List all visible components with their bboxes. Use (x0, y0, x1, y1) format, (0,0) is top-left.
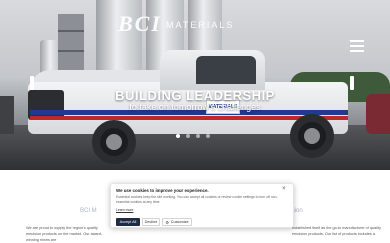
site-logo[interactable]: BCI MATERIALS (118, 11, 268, 36)
hero-title: BUILDING LEADERSHIP (115, 88, 275, 103)
menu-bar (350, 45, 364, 47)
intro-paragraph-left: We are proud to supply the region's qual… (26, 226, 103, 242)
logo-mark: BCI (118, 11, 162, 36)
decline-button[interactable]: Decline (142, 218, 160, 226)
customize-label: Customize (170, 220, 189, 224)
wheel-hub (106, 134, 122, 150)
intro-paragraph-right: established itself as the go-to manufact… (292, 226, 381, 236)
menu-bar (350, 40, 364, 42)
accept-all-button[interactable]: Accept All (116, 218, 140, 226)
slider-dot-3[interactable] (196, 134, 200, 138)
slider-dots (176, 134, 216, 139)
slider-dot-1[interactable] (176, 134, 180, 138)
customize-button[interactable]: ⚙ Customize (162, 218, 192, 226)
logo-text: MATERIALS (166, 20, 235, 30)
cookie-title: We use cookies to improve your experienc… (116, 188, 209, 193)
truck-window (196, 56, 256, 84)
cookie-text: Essential cookies keep the site working.… (116, 195, 278, 204)
slider-dot-4[interactable] (206, 134, 210, 138)
hero-banner: MATERIALS BCI MATERIALS BUILDING LEADERS… (0, 0, 390, 170)
customize-icon: ⚙ (165, 220, 169, 225)
tower-brace (58, 30, 84, 32)
menu-bar (350, 50, 364, 52)
cookie-learn-more-link[interactable]: Learn more (116, 208, 133, 212)
section-heading-left: BCI M (80, 208, 97, 214)
slider-dot-2[interactable] (186, 134, 190, 138)
close-icon[interactable]: × (282, 186, 286, 192)
hero-subtitle: to take on tomorrow's challenges (129, 102, 261, 112)
hamburger-icon[interactable] (350, 40, 364, 52)
wheel-hub (304, 128, 320, 144)
tower-brace (58, 50, 84, 52)
